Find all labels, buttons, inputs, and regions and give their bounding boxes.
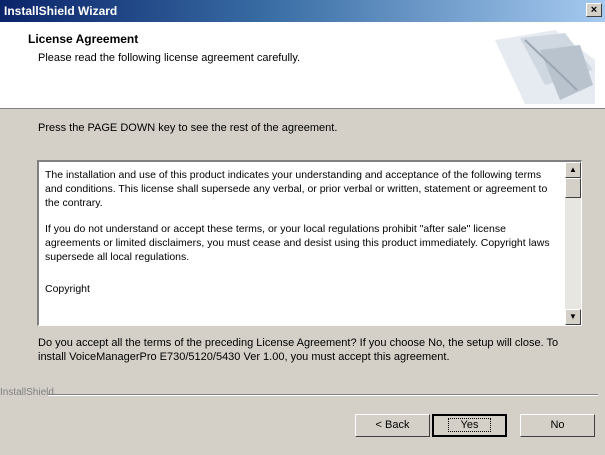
license-textbox[interactable]: The installation and use of this product… [37,160,582,326]
license-text: The installation and use of this product… [45,168,559,308]
page-subtitle: Please read the following license agreem… [38,52,301,64]
license-paragraph: If you do not understand or accept these… [45,223,550,263]
yes-button[interactable]: Yes [432,414,507,437]
window-title: InstallShield Wizard [4,4,118,18]
scroll-thumb[interactable] [565,178,581,198]
no-button[interactable]: No [520,414,595,437]
title-bar: InstallShield Wizard × [0,0,605,22]
yes-button-label: Yes [447,418,492,432]
license-scrollbar[interactable]: ▲ ▼ [565,162,581,325]
wizard-header: License Agreement Please read the follow… [0,22,605,109]
page-down-instruction: Press the PAGE DOWN key to see the rest … [38,122,338,134]
installshield-brand: InstallShield [0,387,54,398]
accept-question: Do you accept all the terms of the prece… [38,337,559,363]
scroll-up-icon[interactable]: ▲ [565,162,581,178]
scroll-down-icon[interactable]: ▼ [565,309,581,325]
page-title: License Agreement [28,32,139,46]
close-button[interactable]: × [586,3,602,17]
divider [48,394,598,396]
license-paragraph: Copyright [45,283,90,295]
header-graphic-icon [495,30,595,104]
back-button[interactable]: < Back [355,414,430,437]
license-paragraph: The installation and use of this product… [45,169,548,209]
